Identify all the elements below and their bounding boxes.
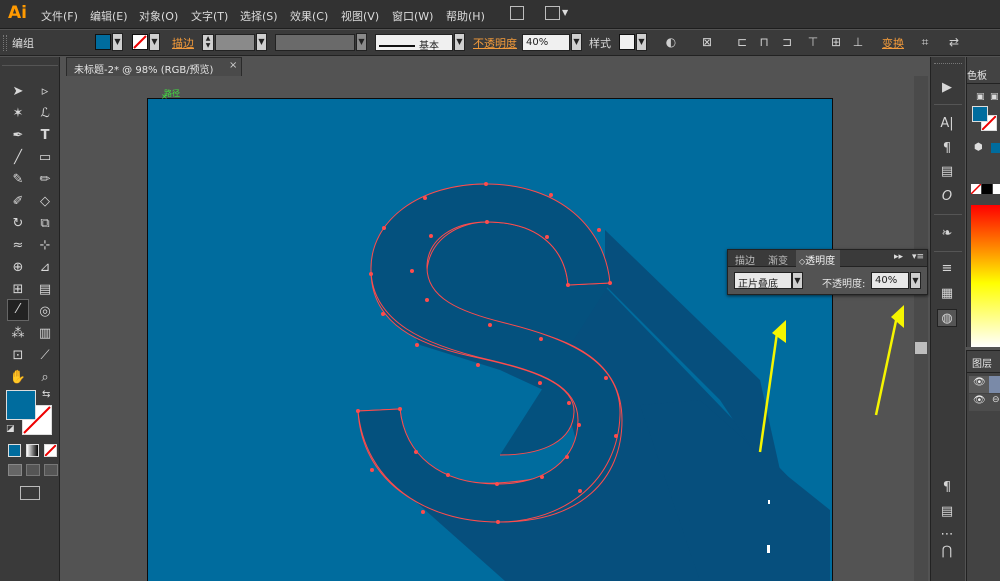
brushes-panel-icon[interactable]: ❧ xyxy=(937,225,957,243)
scrollbar-thumb[interactable] xyxy=(915,342,927,354)
tab-swatches[interactable]: 色板 xyxy=(967,67,987,82)
play-action-icon[interactable]: ▶ xyxy=(937,79,957,97)
tab-layers[interactable]: 图层 xyxy=(972,355,992,370)
white-mark xyxy=(768,500,770,504)
blend-mode-dropdown[interactable]: ▼ xyxy=(792,272,803,289)
panel-divider xyxy=(966,372,1000,373)
layer-color-bar xyxy=(989,376,1000,393)
vertical-scrollbar[interactable] xyxy=(914,76,928,581)
tab-stroke[interactable]: 描边 xyxy=(735,252,755,267)
transparency-panel: 描边 渐变 ◇透明度 ▸▸ ▾≡ 正片叠底 ▼ 不透明度: 40% ▼ xyxy=(727,249,928,295)
character-panel-icon[interactable]: A| xyxy=(937,115,957,133)
cube-icon: ⬢ xyxy=(974,142,983,153)
opentype-panel-icon[interactable]: O xyxy=(937,188,957,206)
none-color-chip[interactable] xyxy=(970,183,982,195)
strip-divider xyxy=(934,214,962,215)
color-fill-swatch-front[interactable] xyxy=(972,106,988,122)
align-panel-icon[interactable]: ▤ xyxy=(937,163,957,181)
panel-opacity-input[interactable]: 40% xyxy=(871,272,909,289)
black-chip[interactable] xyxy=(982,184,992,194)
annotation-arrows xyxy=(758,305,904,453)
paragraph-panel-icon[interactable]: ¶ xyxy=(937,140,957,158)
white-chip[interactable] xyxy=(993,184,1000,194)
strip-grip xyxy=(934,63,962,67)
lock-icon[interactable]: ⊖ xyxy=(992,395,1000,405)
gradient-panel-icon[interactable]: ▦ xyxy=(937,285,957,303)
pathfinder-panel-icon[interactable]: ⋂ xyxy=(937,543,957,561)
white-mark xyxy=(767,545,770,553)
tab-gradient[interactable]: 渐变 xyxy=(768,252,788,267)
align-panel-icon-2[interactable]: ▤ xyxy=(937,503,957,521)
tab-transparency[interactable]: ◇透明度 xyxy=(796,250,841,267)
stroke-panel-icon[interactable]: ≡ xyxy=(937,260,957,278)
panel-opacity-dropdown[interactable]: ▼ xyxy=(910,272,921,289)
tab-transparency-label: 透明度 xyxy=(805,256,836,267)
color-chip[interactable] xyxy=(991,143,1000,153)
glyphs-panel-icon[interactable]: ⋯ xyxy=(937,526,957,544)
chevron-icon[interactable]: ▣ xyxy=(990,92,999,102)
panel-collapse-icon[interactable]: ▸▸ xyxy=(894,252,903,262)
visibility-eye-icon[interactable]: 👁 xyxy=(973,395,986,406)
visibility-eye-icon[interactable]: 👁 xyxy=(973,377,986,388)
panel-menu-icon[interactable]: ▾≡ xyxy=(912,252,924,262)
transparency-panel-icon[interactable]: ◍ xyxy=(937,309,957,327)
small-swatch-icon[interactable]: ▣ xyxy=(976,92,985,102)
color-spectrum[interactable] xyxy=(971,205,1000,347)
anchor-cross-icon: × xyxy=(161,92,168,101)
panel-divider xyxy=(966,83,1000,84)
strip-divider xyxy=(934,104,962,105)
opacity-label: 不透明度: xyxy=(822,279,866,290)
strip-divider xyxy=(934,251,962,252)
paragraph-styles-icon[interactable]: ¶ xyxy=(937,479,957,497)
blend-mode-select[interactable]: 正片叠底 xyxy=(734,272,792,290)
